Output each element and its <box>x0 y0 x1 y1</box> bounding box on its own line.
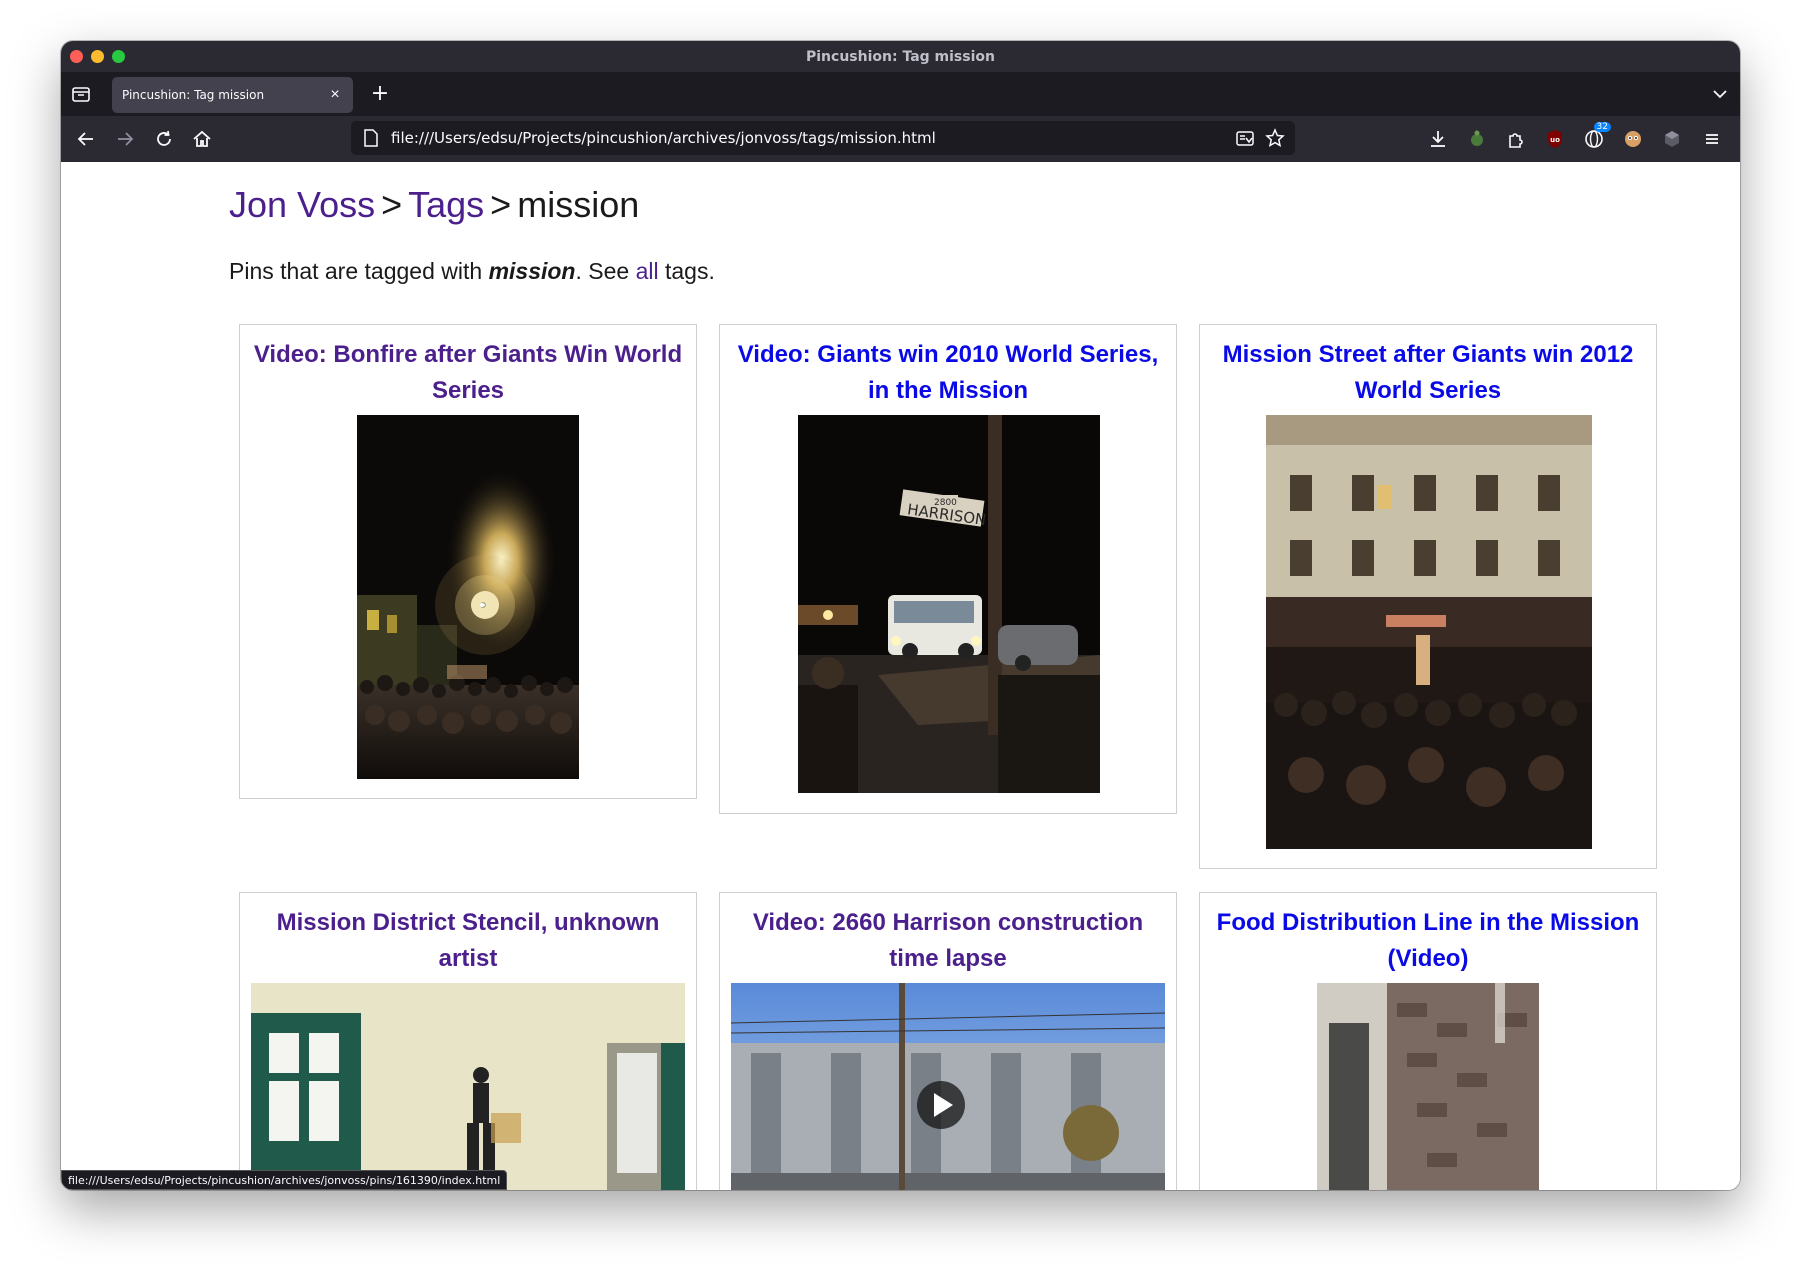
tab-title: Pincushion: Tag mission <box>122 88 265 102</box>
svg-text:2800: 2800 <box>934 498 957 508</box>
pin-card[interactable]: Video: Bonfire after Giants Win World Se… <box>239 324 697 799</box>
extension-button-3[interactable] <box>1661 128 1683 150</box>
menu-button[interactable] <box>1701 128 1723 150</box>
stencil-art-image <box>251 983 685 1190</box>
minimize-window-button[interactable] <box>91 50 104 63</box>
extension-button-1[interactable] <box>1466 128 1488 150</box>
giants-2010-video-image: HARRISON 2800 <box>798 415 1100 793</box>
ublock-button[interactable]: uo <box>1544 128 1566 150</box>
navigation-bar: file:///Users/edsu/Projects/pincushion/a… <box>61 116 1740 162</box>
download-icon <box>1431 131 1445 147</box>
intro-text: Pins that are tagged with mission. See a… <box>229 258 715 285</box>
pin-thumbnail[interactable] <box>731 983 1165 1190</box>
pin-thumbnail[interactable] <box>357 415 579 779</box>
intro-prefix: Pins that are tagged with <box>229 258 489 284</box>
page-content: Jon Voss > Tags > mission Pins that are … <box>61 162 1740 1190</box>
extensions-button[interactable] <box>1505 128 1527 150</box>
status-bar: file:///Users/edsu/Projects/pincushion/a… <box>61 1170 508 1190</box>
list-all-tabs-button[interactable] <box>1710 84 1730 104</box>
firefox-view-icon <box>72 87 90 102</box>
arrow-left-icon <box>77 132 93 146</box>
downloads-button[interactable] <box>1427 128 1449 150</box>
pin-card[interactable]: Video: 2660 Harrison construction time l… <box>719 892 1177 1190</box>
extension-badge: 32 <box>1593 122 1611 132</box>
pin-title[interactable]: Mission District Stencil, unknown artist <box>240 905 696 977</box>
all-tags-link[interactable]: all <box>636 258 659 284</box>
intro-suffix: tags. <box>658 258 715 284</box>
breadcrumb: Jon Voss > Tags > mission <box>229 184 639 226</box>
address-bar[interactable]: file:///Users/edsu/Projects/pincushion/a… <box>351 121 1295 155</box>
pin-thumbnail[interactable]: HARRISON 2800 <box>798 415 1100 793</box>
reload-button[interactable] <box>153 128 175 150</box>
face-extension-icon <box>1625 131 1641 147</box>
bonfire-video-image <box>357 415 579 779</box>
page-icon <box>364 129 378 147</box>
chevron-down-icon <box>1713 90 1727 99</box>
home-icon <box>193 130 211 147</box>
reader-view-icon[interactable] <box>1235 128 1255 148</box>
reload-icon <box>157 130 171 146</box>
pin-thumbnail[interactable] <box>1317 983 1539 1190</box>
breadcrumb-separator: > <box>381 184 403 225</box>
breadcrumb-separator: > <box>490 184 512 225</box>
close-tab-icon[interactable]: × <box>327 86 343 104</box>
breadcrumb-current: mission <box>517 184 640 225</box>
pin-title[interactable]: Food Distribution Line in the Mission (V… <box>1200 905 1656 977</box>
window-controls <box>70 50 125 63</box>
firefox-view-button[interactable] <box>71 84 91 104</box>
pin-card[interactable]: Video: Giants win 2010 World Series, in … <box>719 324 1177 814</box>
title-bar: Pincushion: Tag mission <box>61 41 1740 72</box>
privacy-extension-button[interactable]: 32 <box>1583 122 1611 150</box>
food-distribution-image <box>1317 983 1539 1190</box>
forward-button[interactable] <box>114 128 136 150</box>
pin-title[interactable]: Video: Bonfire after Giants Win World Se… <box>240 337 696 409</box>
breadcrumb-user-link[interactable]: Jon Voss <box>229 184 375 226</box>
svg-text:uo: uo <box>1550 136 1560 144</box>
url-actions <box>1235 128 1295 148</box>
intro-tag: mission <box>488 258 576 284</box>
intro-middle: . See <box>575 258 636 284</box>
pin-card[interactable]: Mission District Stencil, unknown artist <box>239 892 697 1190</box>
extension-button-2[interactable] <box>1622 128 1644 150</box>
mission-street-2012-image <box>1266 415 1592 849</box>
tab-active[interactable]: Pincushion: Tag mission × <box>112 77 353 113</box>
pin-title[interactable]: Video: 2660 Harrison construction time l… <box>720 905 1176 977</box>
pin-card[interactable]: Mission Street after Giants win 2012 Wor… <box>1199 324 1657 869</box>
pin-title[interactable]: Video: Giants win 2010 World Series, in … <box>720 337 1176 409</box>
bookmark-star-icon[interactable] <box>1265 128 1285 148</box>
pin-title[interactable]: Mission Street after Giants win 2012 Wor… <box>1200 337 1656 409</box>
window-title: Pincushion: Tag mission <box>806 48 995 65</box>
back-button[interactable] <box>75 128 97 150</box>
new-tab-button[interactable]: + <box>366 80 394 108</box>
tab-strip: Pincushion: Tag mission × + <box>61 72 1740 116</box>
puzzle-icon <box>1509 133 1523 148</box>
cube-extension-icon <box>1665 131 1679 147</box>
url-text[interactable]: file:///Users/edsu/Projects/pincushion/a… <box>391 129 1235 147</box>
pin-card[interactable]: Food Distribution Line in the Mission (V… <box>1199 892 1657 1190</box>
arrow-right-icon <box>118 132 134 146</box>
pin-thumbnail[interactable] <box>1266 415 1592 849</box>
browser-window: Pincushion: Tag mission Pincushion: Tag … <box>61 41 1740 1190</box>
pin-thumbnail[interactable] <box>251 983 685 1190</box>
zoom-window-button[interactable] <box>112 50 125 63</box>
turtle-extension-icon <box>1471 130 1483 146</box>
hamburger-menu-icon <box>1706 134 1718 144</box>
close-window-button[interactable] <box>70 50 83 63</box>
home-button[interactable] <box>191 128 213 150</box>
ublock-shield-icon: uo <box>1548 130 1562 148</box>
harrison-timelapse-image <box>731 983 1165 1190</box>
breadcrumb-tags-link[interactable]: Tags <box>408 184 484 226</box>
